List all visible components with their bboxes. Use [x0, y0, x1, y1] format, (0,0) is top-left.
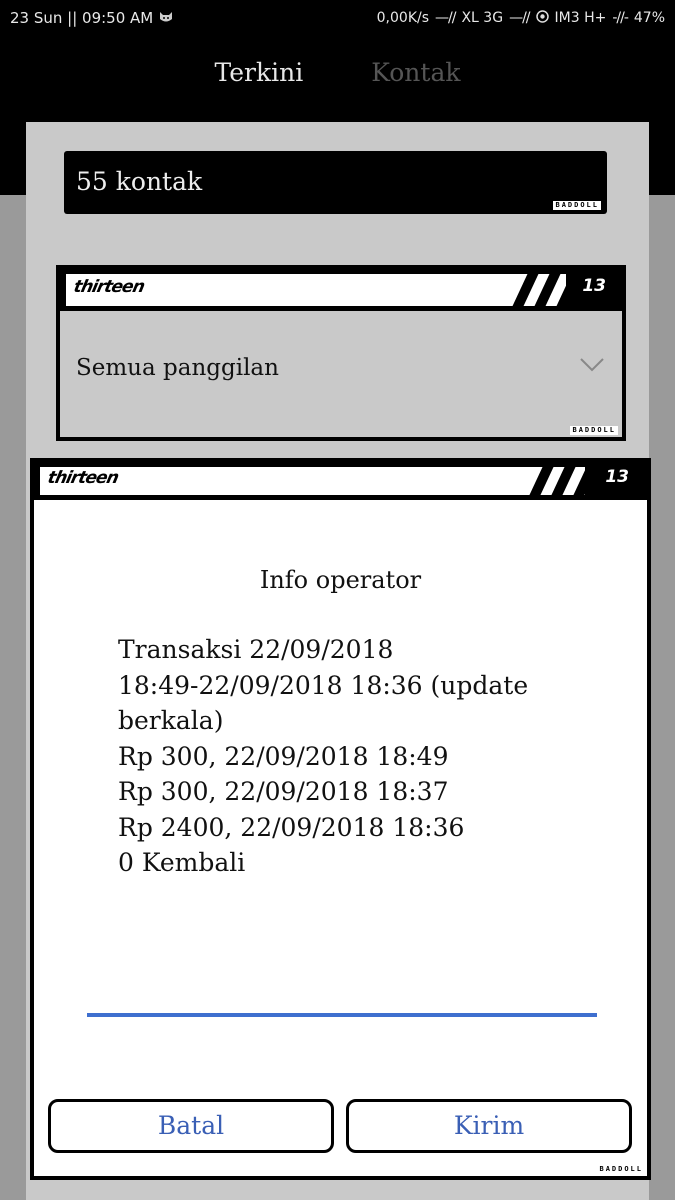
battery-level: 47% [633, 10, 665, 26]
status-time: 23 Sun || 09:50 AM [10, 9, 154, 27]
chevron-down-icon [580, 357, 604, 376]
dialog-title: Info operator [259, 566, 422, 594]
signal-icon: -//- [612, 10, 629, 26]
signal-icon: —// [509, 10, 530, 26]
message-line: Rp 2400, 22/09/2018 18:36 [118, 812, 465, 842]
brand-tag: BADDOLL [553, 201, 601, 210]
signal-icon: —// [435, 10, 456, 26]
reply-input[interactable] [87, 1013, 597, 1017]
message-line: Rp 300, 22/09/2018 18:49 [118, 741, 449, 771]
net-speed: 0,00K/s [376, 10, 430, 26]
search-value: 55 kontak [76, 167, 203, 196]
theme-header: thirteen 13 [60, 269, 622, 311]
brand-tag: BADDOLL [570, 426, 618, 435]
tab-bar: Terkini Kontak [0, 58, 675, 102]
theme-number-badge: 13 [566, 274, 616, 306]
tab-contacts[interactable]: Kontak [371, 58, 460, 102]
carrier-1: XL 3G [461, 10, 504, 26]
cancel-button[interactable]: Batal [48, 1099, 334, 1153]
theme-logo: thirteen [71, 277, 146, 297]
message-line: 18:49-22/09/2018 18:36 (update [118, 670, 529, 700]
dropdown-selected: Semua panggilan [76, 355, 279, 381]
send-button[interactable]: Kirim [346, 1099, 632, 1153]
brand-tag: BADDOLL [597, 1165, 645, 1174]
call-filter-dropdown[interactable]: thirteen 13 Semua panggilan BADDOLL [56, 265, 626, 441]
search-input[interactable]: 55 kontak BADDOLL [64, 151, 607, 214]
message-line: berkala) [118, 706, 224, 735]
location-icon [535, 9, 549, 27]
cat-icon [159, 9, 173, 27]
operator-info-dialog: thirteen 13 Info operator Transaksi 22/0… [30, 458, 651, 1180]
theme-header: thirteen 13 [34, 462, 647, 500]
message-line: Rp 300, 22/09/2018 18:37 [118, 777, 449, 806]
theme-number-badge: 13 [585, 467, 641, 495]
carrier-2: IM3 H+ [554, 10, 607, 26]
message-line: 0 Kembali [118, 848, 246, 877]
tab-recent[interactable]: Terkini [215, 58, 304, 102]
dialog-message: Transaksi 22/09/2018 18:49-22/09/2018 18… [118, 632, 558, 881]
theme-logo: thirteen [45, 468, 120, 488]
message-line: Transaksi 22/09/2018 [118, 635, 394, 664]
status-bar: 23 Sun || 09:50 AM 0,00K/s —// XL 3G —//… [0, 0, 675, 36]
